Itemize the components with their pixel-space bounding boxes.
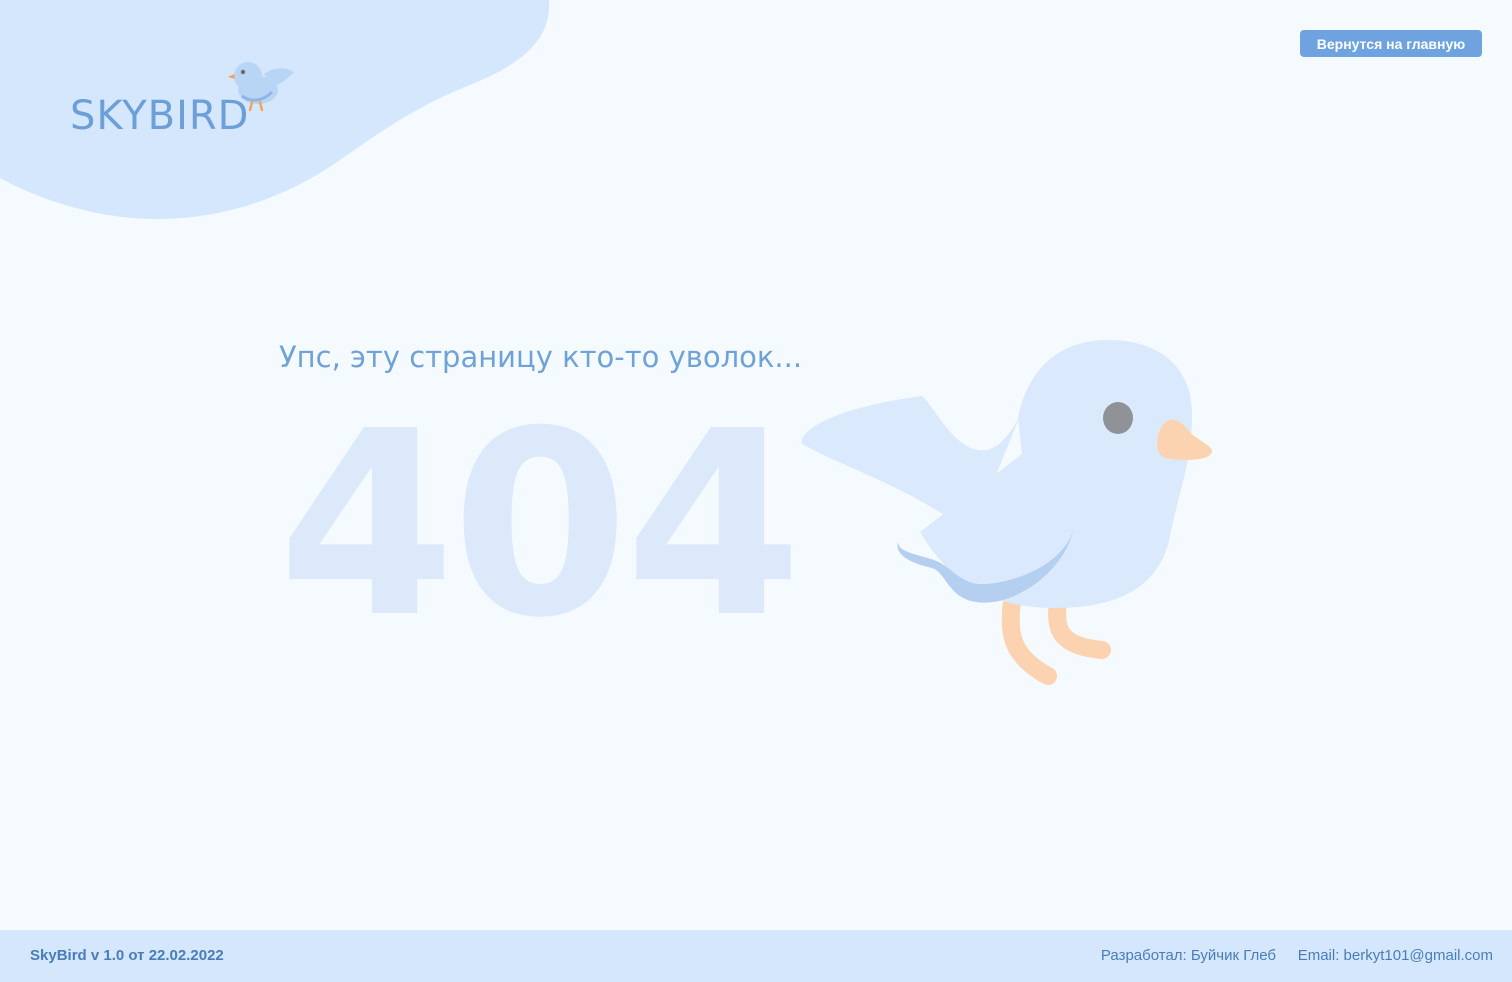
bird-logo-icon	[228, 62, 294, 112]
error-code: 404	[278, 377, 802, 674]
bird-illustration	[801, 340, 1213, 685]
error-message: Упс, эту страницу кто-то уволок...	[279, 340, 803, 374]
email-link[interactable]: Email: berkyt101@gmail.com	[1298, 947, 1493, 964]
home-button[interactable]: Вернутся на главную	[1300, 30, 1482, 57]
version-label: SkyBird v 1.0 от 22.02.2022	[30, 947, 224, 964]
author-label: Разработал: Буйчик Глеб	[1100, 947, 1276, 964]
footer: SkyBird v 1.0 от 22.02.2022 Разработал: …	[0, 930, 1512, 982]
logo[interactable]: SKYBIRD	[70, 56, 310, 156]
logo-text: SKYBIRD	[70, 93, 250, 139]
